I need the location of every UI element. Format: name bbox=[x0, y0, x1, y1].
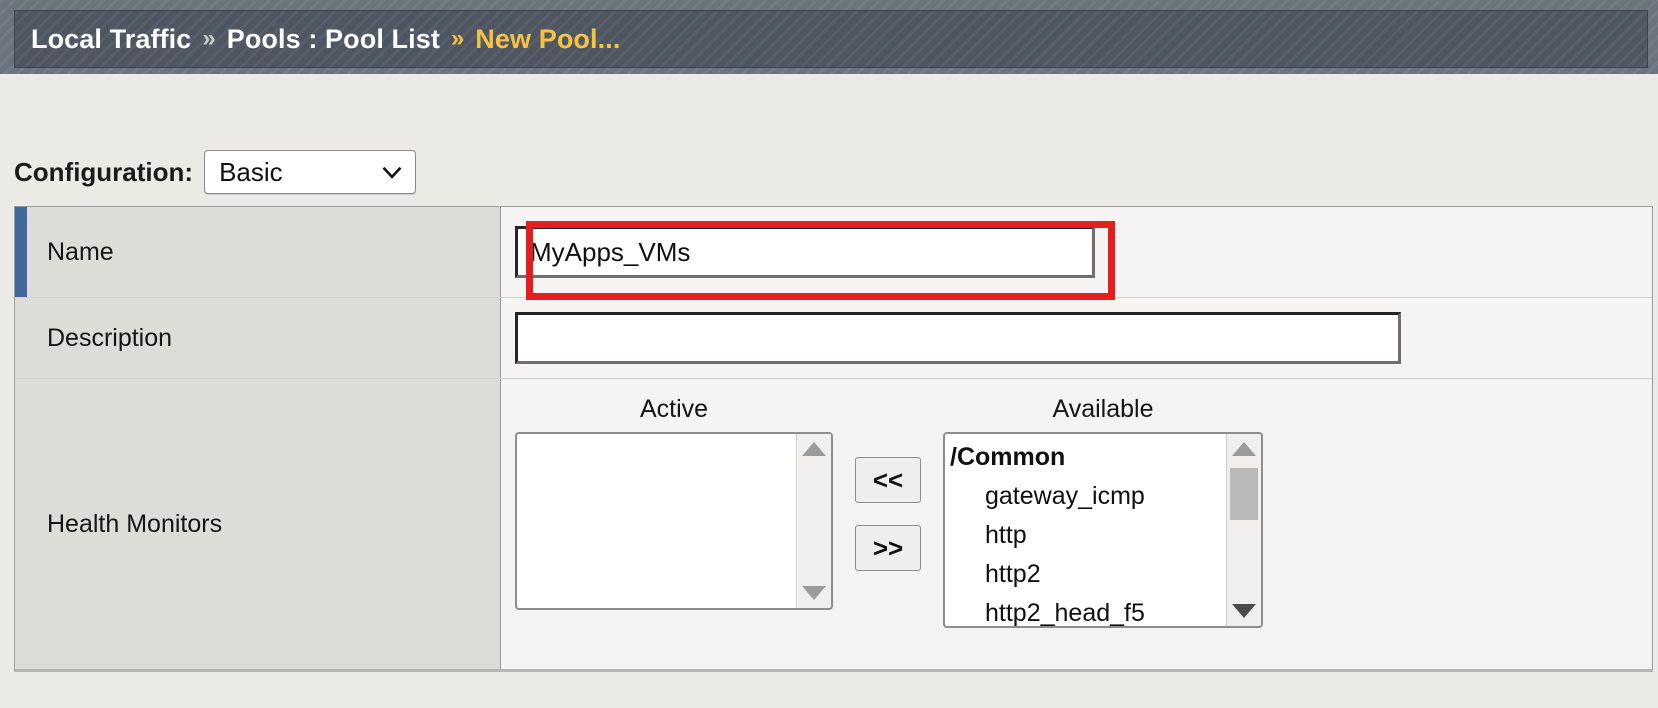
available-monitors-items[interactable]: /Common gateway_icmp http http2 http2_head_f… bbox=[945, 434, 1226, 626]
breadcrumb-header-strip: Local Traffic » Pools : Pool List » New … bbox=[0, 0, 1658, 74]
triangle-up-icon bbox=[802, 442, 826, 456]
chevron-down-icon bbox=[382, 166, 402, 179]
available-monitors-listbox[interactable]: /Common gateway_icmp http http2 http2_head_f… bbox=[943, 432, 1263, 628]
name-input[interactable]: MyApps_VMs bbox=[515, 226, 1095, 278]
triangle-down-icon bbox=[1232, 604, 1256, 618]
configuration-select[interactable]: Basic bbox=[204, 150, 417, 194]
pool-configuration-form: Name MyApps_VMs Description Health Monit… bbox=[14, 206, 1653, 672]
description-input[interactable] bbox=[515, 312, 1401, 364]
transfer-buttons: << >> bbox=[855, 395, 921, 571]
breadcrumb-item-local-traffic[interactable]: Local Traffic bbox=[31, 24, 191, 55]
configuration-select-value: Basic bbox=[219, 156, 283, 187]
form-label-health-monitors: Health Monitors bbox=[15, 379, 501, 669]
form-value-health-monitors: Active << >> Available /Common gateway_i… bbox=[501, 379, 1652, 669]
health-monitors-dual-list: Active << >> Available /Common gateway_i… bbox=[515, 379, 1263, 628]
form-value-description bbox=[501, 298, 1652, 378]
move-right-button[interactable]: >> bbox=[855, 525, 921, 571]
form-label-description: Description bbox=[15, 298, 501, 378]
breadcrumb-separator-1: » bbox=[202, 25, 216, 52]
breadcrumb-separator-2: » bbox=[450, 25, 465, 52]
form-row-health-monitors: Health Monitors Active << >> Available /… bbox=[15, 379, 1652, 669]
configuration-label: Configuration: bbox=[14, 156, 194, 187]
form-label-name: Name bbox=[15, 207, 501, 297]
active-monitors-listbox[interactable] bbox=[515, 432, 833, 610]
breadcrumb-item-pools-pool-list[interactable]: Pools : Pool List bbox=[227, 24, 440, 55]
list-item[interactable]: /Common bbox=[945, 438, 1226, 477]
list-item[interactable]: http2 bbox=[945, 555, 1226, 594]
form-value-name: MyApps_VMs bbox=[501, 207, 1652, 297]
active-monitors-column: Active bbox=[515, 395, 833, 610]
list-item[interactable]: http2_head_f5 bbox=[945, 594, 1226, 626]
form-row-description: Description bbox=[15, 298, 1652, 379]
available-monitors-column: Available /Common gateway_icmp http http2 ht… bbox=[943, 395, 1263, 628]
list-item[interactable]: http bbox=[945, 516, 1226, 555]
available-list-scrollbar[interactable] bbox=[1226, 434, 1261, 626]
available-scrollbar-thumb[interactable] bbox=[1230, 468, 1258, 520]
breadcrumb-item-new-pool: New Pool... bbox=[475, 23, 621, 54]
configuration-row: Configuration: Basic bbox=[14, 150, 417, 194]
triangle-down-icon bbox=[802, 586, 826, 600]
available-scroll-down-button[interactable] bbox=[1227, 596, 1261, 626]
page-body: Configuration: Basic Name MyApps_VMs Des… bbox=[0, 74, 1658, 708]
form-label-health-monitors-text: Health Monitors bbox=[47, 509, 223, 538]
available-scroll-up-button[interactable] bbox=[1227, 434, 1261, 464]
active-monitors-items[interactable] bbox=[517, 434, 796, 608]
list-item[interactable]: gateway_icmp bbox=[945, 477, 1226, 516]
move-left-button[interactable]: << bbox=[855, 457, 921, 503]
available-list-title: Available bbox=[1052, 395, 1154, 423]
form-label-name-text: Name bbox=[47, 237, 114, 266]
active-scroll-up-button[interactable] bbox=[797, 434, 831, 464]
active-list-scrollbar[interactable] bbox=[796, 434, 831, 608]
triangle-up-icon bbox=[1232, 442, 1256, 456]
form-row-name: Name MyApps_VMs bbox=[15, 207, 1652, 300]
breadcrumb: Local Traffic » Pools : Pool List » New … bbox=[14, 10, 1648, 68]
form-label-description-text: Description bbox=[47, 323, 173, 352]
active-list-title: Active bbox=[639, 395, 709, 423]
active-scroll-down-button[interactable] bbox=[797, 578, 831, 608]
